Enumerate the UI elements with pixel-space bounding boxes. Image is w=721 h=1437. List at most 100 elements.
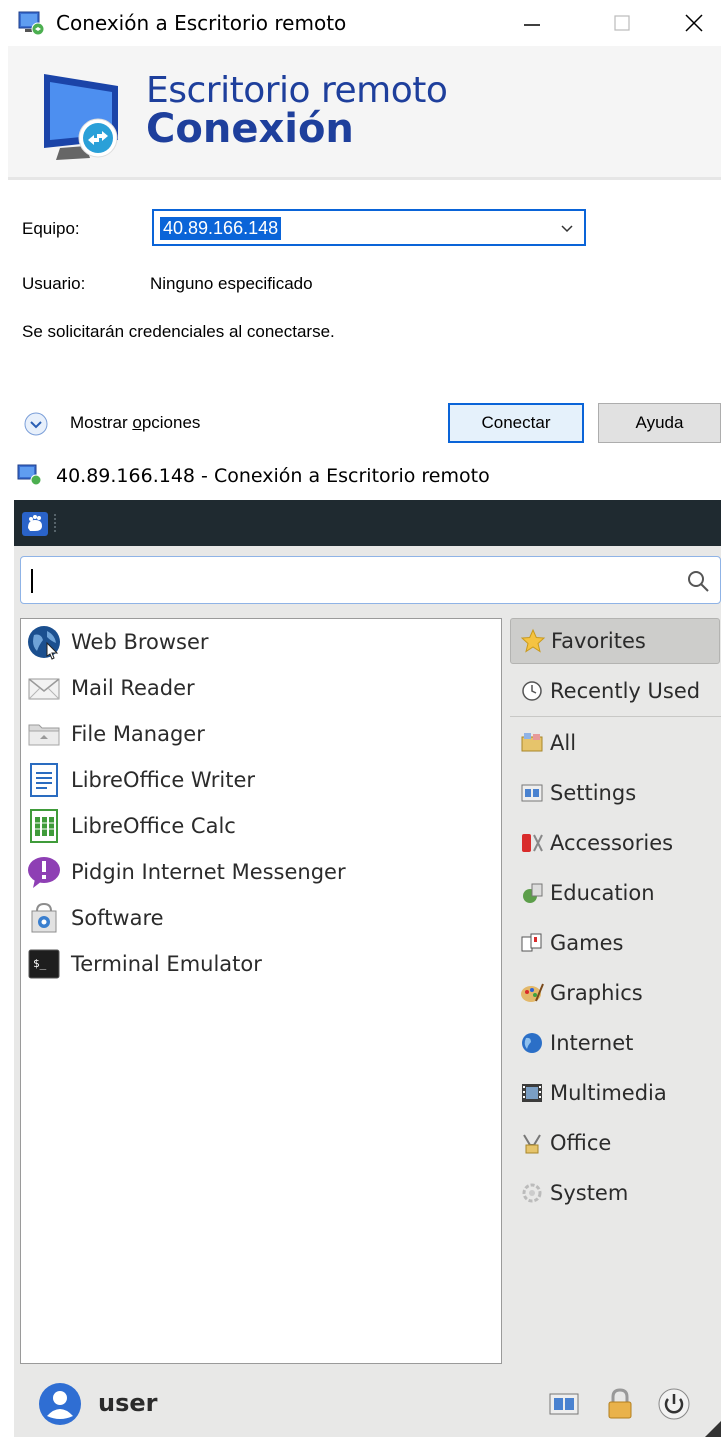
rdp-titlebar[interactable]: Conexión a Escritorio remoto [0,0,721,46]
usuario-label: Usuario: [22,274,86,293]
app-item-libreoffice-calc[interactable]: LibreOffice Calc [25,805,495,847]
multimedia-icon [522,1084,542,1102]
equipo-combobox[interactable]: 40.89.166.148 [152,209,586,246]
close-icon [685,14,703,32]
category-favorites[interactable]: Favorites [510,618,720,664]
maximize-icon [614,15,630,31]
app-label: Software [71,906,164,930]
session-titlebar[interactable]: 40.89.166.148 - Conexión a Escritorio re… [0,450,721,500]
writer-icon [30,763,58,797]
search-input[interactable] [20,556,721,604]
category-label: Office [550,1131,612,1155]
terminal-icon: $_ [28,949,60,979]
equipo-label: Equipo: [22,219,80,238]
text-caret [31,569,33,593]
app-label: Terminal Emulator [71,952,262,976]
category-office[interactable]: Office [510,1120,720,1166]
app-item-libreoffice-writer[interactable]: LibreOffice Writer [25,759,495,801]
category-label: System [550,1181,629,1205]
system-icon [522,1183,542,1203]
usuario-value: Ninguno especificado [150,274,313,293]
app-item-file-manager[interactable]: File Manager [25,713,495,755]
session-title: 40.89.166.148 - Conexión a Escritorio re… [56,465,490,487]
close-button[interactable] [664,0,721,46]
app-list: Web Browser Mail Reader File Manager Lib… [20,618,502,1364]
app-label: Mail Reader [71,676,195,700]
resize-grip-icon[interactable] [705,1421,721,1437]
category-accessories[interactable]: Accessories [510,820,720,866]
credentials-info: Se solicitarán credenciales al conectars… [22,322,335,341]
show-options-suffix: pciones [141,413,201,432]
calc-icon [30,809,58,843]
help-button[interactable]: Ayuda [598,403,721,443]
app-item-terminal[interactable]: $_ Terminal Emulator [25,943,495,985]
equipo-value[interactable]: 40.89.166.148 [160,217,282,240]
app-label: Web Browser [71,630,209,654]
app-label: File Manager [71,722,205,746]
category-label: Recently Used [550,679,701,703]
expand-options-icon[interactable] [23,411,49,437]
mail-icon [28,678,60,700]
education-icon [523,883,543,903]
category-settings[interactable]: Settings [510,770,720,816]
category-label: All [550,731,577,755]
lock-screen-button[interactable] [602,1386,638,1422]
whisker-menu-button[interactable] [22,512,48,536]
internet-icon [522,1033,542,1053]
category-graphics[interactable]: Graphics [510,970,720,1016]
app-item-software[interactable]: Software [25,897,495,939]
remote-desktop-icon [18,11,45,36]
star-icon [520,628,546,653]
help-button-label: Ayuda [635,413,684,432]
clock-icon [522,681,542,701]
maximize-button[interactable] [592,0,652,46]
all-icon [521,733,543,752]
user-avatar-icon [39,1383,81,1425]
app-label: LibreOffice Calc [71,814,236,838]
panel-separator [54,514,58,532]
svg-text:$_: $_ [33,957,47,970]
minimize-button[interactable] [502,0,562,46]
user-name: user [98,1389,158,1417]
app-item-pidgin[interactable]: Pidgin Internet Messenger [25,851,495,893]
category-label: Multimedia [550,1081,667,1105]
show-options-prefix: Mostrar [70,413,133,432]
category-label: Accessories [550,831,674,855]
rdp-form: Equipo: 40.89.166.148 Usuario: Ninguno e… [8,183,721,445]
folder-icon [28,724,60,746]
graphics-icon [521,983,544,1002]
category-education[interactable]: Education [510,870,720,916]
category-games[interactable]: Games [510,920,720,966]
accessories-icon [522,834,543,852]
show-options-link[interactable]: Mostrar opciones [70,413,200,433]
remote-desktop-logo-icon [44,74,118,160]
connect-button[interactable]: Conectar [448,403,584,443]
category-label: Settings [550,781,637,805]
settings-manager-button[interactable] [546,1386,582,1422]
chevron-down-icon[interactable] [560,221,574,235]
minimize-icon [524,24,540,26]
show-options-mnemonic: o [132,413,142,432]
category-label: Games [550,931,624,955]
category-system[interactable]: System [510,1170,720,1216]
category-internet[interactable]: Internet [510,1020,720,1066]
category-multimedia[interactable]: Multimedia [510,1070,720,1116]
category-label: Internet [550,1031,634,1055]
category-all[interactable]: All [510,720,720,766]
app-label: Pidgin Internet Messenger [71,860,346,884]
pidgin-icon [28,857,60,888]
category-label: Graphics [550,981,643,1005]
category-recently-used[interactable]: Recently Used [510,668,720,714]
banner-title-line2: Conexión [146,106,354,152]
software-icon [31,902,57,933]
search-icon[interactable] [686,569,710,593]
category-label: Favorites [551,629,646,653]
app-item-mail-reader[interactable]: Mail Reader [25,667,495,709]
app-item-web-browser[interactable]: Web Browser [25,621,495,663]
globe-icon [28,626,60,660]
category-separator [510,716,721,717]
xfce-top-panel [14,500,721,546]
settings-icon [521,784,543,802]
power-button[interactable] [656,1386,692,1422]
window-title: Conexión a Escritorio remoto [56,11,347,35]
